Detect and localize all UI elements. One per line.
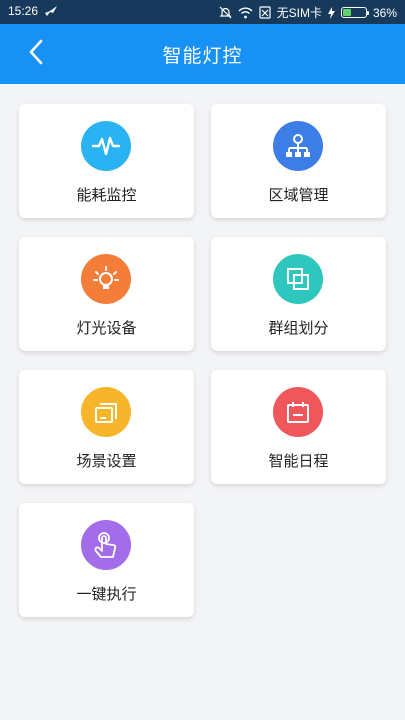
calendar-icon: [273, 387, 323, 437]
menu-card-label: 智能日程: [268, 452, 329, 470]
stacked-frames-icon: [81, 387, 131, 437]
menu-card-label: 灯光设备: [76, 319, 137, 337]
lightbulb-icon: [81, 254, 131, 304]
menu-card-energy-monitoring[interactable]: 能耗监控: [19, 104, 194, 218]
menu-card-scene-settings[interactable]: 场景设置: [19, 370, 194, 484]
menu-card-label: 场景设置: [76, 452, 137, 470]
notification-bird-icon: [44, 5, 58, 17]
menu-card-label: 一键执行: [76, 585, 137, 603]
battery-level-fill: [342, 9, 351, 16]
status-bar: 15:26 无SIM卡 36%: [0, 0, 405, 24]
menu-card-light-devices[interactable]: 灯光设备: [19, 237, 194, 351]
app-bar: 智能灯控: [0, 24, 405, 84]
page-title: 智能灯控: [162, 45, 243, 67]
menu-card-label: 群组划分: [268, 319, 329, 337]
menu-card-area-management[interactable]: 区域管理: [211, 104, 386, 218]
charging-bolt-icon: [327, 6, 335, 19]
carrier-text: 无SIM卡: [276, 6, 322, 20]
menu-card-one-click-execute[interactable]: 一键执行: [19, 503, 194, 617]
battery-icon: [340, 7, 369, 18]
no-sim-icon: [259, 6, 271, 19]
wifi-icon: [238, 7, 253, 19]
pulse-icon: [81, 121, 131, 171]
menu-card-group-division[interactable]: 群组划分: [211, 237, 386, 351]
overlap-squares-icon: [273, 254, 323, 304]
menu-card-smart-schedule[interactable]: 智能日程: [211, 370, 386, 484]
hierarchy-icon: [273, 121, 323, 171]
status-time: 15:26: [8, 4, 39, 18]
menu-card-label: 能耗监控: [76, 186, 137, 204]
menu-card-label: 区域管理: [268, 186, 329, 204]
tap-hand-icon: [81, 520, 131, 570]
battery-percent: 36%: [372, 5, 397, 20]
mute-bell-icon: [219, 6, 232, 19]
